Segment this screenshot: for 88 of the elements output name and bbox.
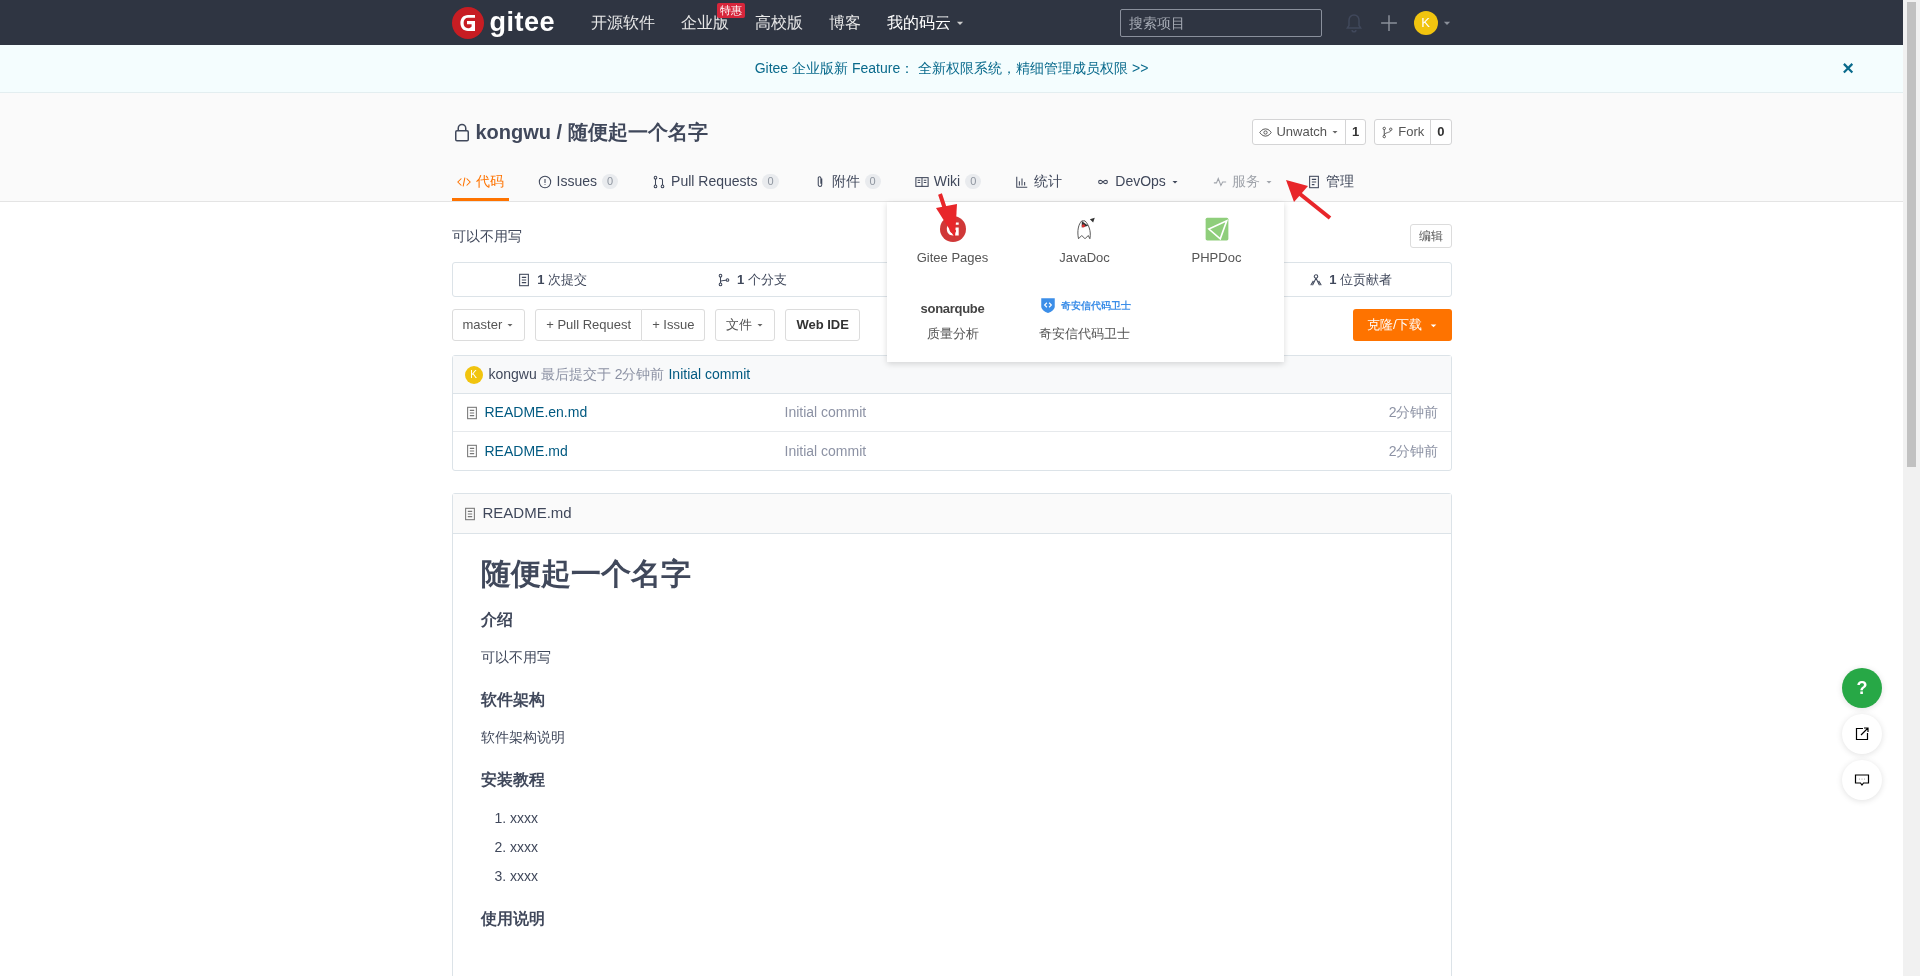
readme-filename: README.md bbox=[482, 503, 572, 524]
caret-icon bbox=[1331, 128, 1340, 136]
commit-message: Initial commit bbox=[784, 403, 867, 422]
repo-tab[interactable]: Pull Requests 0 bbox=[647, 165, 784, 201]
commit-link[interactable]: Initial commit bbox=[668, 364, 751, 385]
feedback-button[interactable] bbox=[1842, 760, 1882, 800]
commit-message: Initial commit bbox=[784, 441, 867, 461]
file-icon bbox=[464, 405, 479, 420]
stat-link[interactable]: 1 次提交 bbox=[537, 269, 588, 290]
count-label: 0 bbox=[1436, 123, 1446, 142]
service-item[interactable]: 奇安信代码卫士 奇安信代码卫士 bbox=[1018, 292, 1151, 354]
sonarqube-logo: sonarqube bbox=[920, 299, 985, 318]
logo-icon[interactable] bbox=[451, 6, 484, 39]
qianxin-logo: 奇安信代码卫士 bbox=[1060, 298, 1131, 313]
count-badge: 0 bbox=[762, 174, 779, 189]
count-badge: 0 bbox=[601, 174, 619, 189]
count-label: 1 bbox=[1351, 123, 1361, 142]
pull-request-button[interactable]: + Pull Request bbox=[535, 309, 643, 341]
file-time: 2分钟前 bbox=[1388, 441, 1439, 461]
files-button[interactable]: 文件 bbox=[715, 309, 776, 341]
list-item: 2. xxxx bbox=[494, 837, 540, 857]
chat-icon bbox=[1854, 772, 1870, 788]
caret-icon bbox=[756, 321, 765, 329]
document-icon bbox=[517, 272, 532, 287]
search-field[interactable]: 搜索项目 bbox=[1119, 8, 1322, 37]
issues-icon bbox=[537, 174, 552, 189]
branch-select[interactable]: master bbox=[451, 309, 526, 341]
caret-icon bbox=[506, 321, 515, 329]
repo-description: 可以不用写 bbox=[451, 226, 522, 246]
author-name[interactable]: kongwu bbox=[488, 364, 537, 385]
nav-link[interactable]: 开源软件 bbox=[591, 10, 656, 35]
file-icon bbox=[462, 506, 477, 521]
readme-title: 随便起一个名字 bbox=[480, 556, 692, 592]
list-item: 1. xxxx bbox=[494, 808, 540, 828]
paper-plane-icon bbox=[1203, 216, 1230, 242]
people-icon bbox=[1309, 272, 1324, 287]
commit-time: 最后提交于 2分钟前 bbox=[540, 365, 665, 384]
readme-heading: 安装教程 bbox=[480, 770, 546, 790]
issue-button[interactable]: + Issue bbox=[642, 309, 706, 341]
nav-link[interactable]: 高校版 bbox=[755, 10, 804, 35]
fork-icon bbox=[1381, 125, 1395, 139]
shield-icon bbox=[1038, 296, 1057, 314]
file-icon bbox=[464, 444, 479, 458]
pulls-icon bbox=[652, 174, 667, 189]
promo-badge: 特惠 bbox=[717, 3, 746, 18]
file-link[interactable]: README.en.md bbox=[484, 402, 785, 423]
repo-tab[interactable]: Wiki 0 bbox=[909, 165, 987, 201]
web-ide-button[interactable]: Web IDE bbox=[785, 309, 860, 341]
share-button[interactable] bbox=[1842, 714, 1882, 754]
repo-title[interactable]: kongwu / 随便起一个名字 bbox=[475, 117, 708, 147]
stats-icon bbox=[1015, 174, 1030, 189]
list-item: 3. xxxx bbox=[494, 866, 540, 886]
nav-link[interactable]: 博客 bbox=[829, 10, 862, 35]
service-item[interactable]: sonarqube 质量分析 bbox=[886, 292, 1019, 354]
edit-button[interactable]: 编辑 bbox=[1409, 224, 1452, 248]
eye-icon bbox=[1259, 125, 1273, 139]
file-time: 2分钟前 bbox=[1388, 403, 1439, 422]
file-link[interactable]: README.md bbox=[484, 440, 785, 462]
stat-link[interactable]: 1 个分支 bbox=[736, 269, 787, 290]
readme-paragraph: 可以不用写 bbox=[480, 648, 552, 668]
repo-tab[interactable]: Issues 0 bbox=[532, 165, 624, 201]
count-badge: 0 bbox=[965, 174, 982, 189]
scrollbar-thumb[interactable] bbox=[1907, 2, 1916, 467]
nav-link[interactable]: 我的码云 bbox=[887, 10, 966, 35]
repo-tab[interactable]: 附件 0 bbox=[807, 165, 886, 201]
repo-tab[interactable]: 统计 bbox=[1010, 165, 1068, 201]
branch-icon bbox=[716, 272, 731, 287]
wiki-icon bbox=[914, 174, 929, 189]
fork-button[interactable]: Fork 0 bbox=[1374, 119, 1452, 145]
repo-tab[interactable]: DevOps bbox=[1091, 165, 1184, 201]
readme-heading: 软件架构 bbox=[480, 690, 546, 710]
logo-text[interactable]: gitee bbox=[489, 2, 556, 43]
watch-button[interactable]: Unwatch 1 bbox=[1252, 119, 1367, 145]
close-button[interactable]: × bbox=[1836, 57, 1860, 79]
service-item[interactable]: PHPDoc bbox=[1150, 216, 1283, 292]
service-icon bbox=[1212, 174, 1227, 189]
repo-tab[interactable]: 管理 bbox=[1301, 165, 1359, 201]
service-item[interactable]: JavaDoc bbox=[1018, 216, 1151, 292]
announcement-link[interactable]: Gitee 企业版新 Feature： 全新权限系统，精细管理成员权限 >> bbox=[754, 58, 1149, 79]
manage-icon bbox=[1306, 174, 1321, 189]
stat-link[interactable]: 1 位贡献者 bbox=[1329, 269, 1393, 290]
annotation-arrow bbox=[936, 193, 957, 238]
readme-heading: 介绍 bbox=[480, 610, 514, 630]
readme-paragraph: 软件架构说明 bbox=[480, 728, 566, 748]
count-badge: 0 bbox=[864, 174, 881, 189]
plus-icon[interactable] bbox=[1379, 13, 1398, 32]
readme-heading: 使用说明 bbox=[480, 908, 546, 928]
share-icon bbox=[1854, 726, 1870, 742]
